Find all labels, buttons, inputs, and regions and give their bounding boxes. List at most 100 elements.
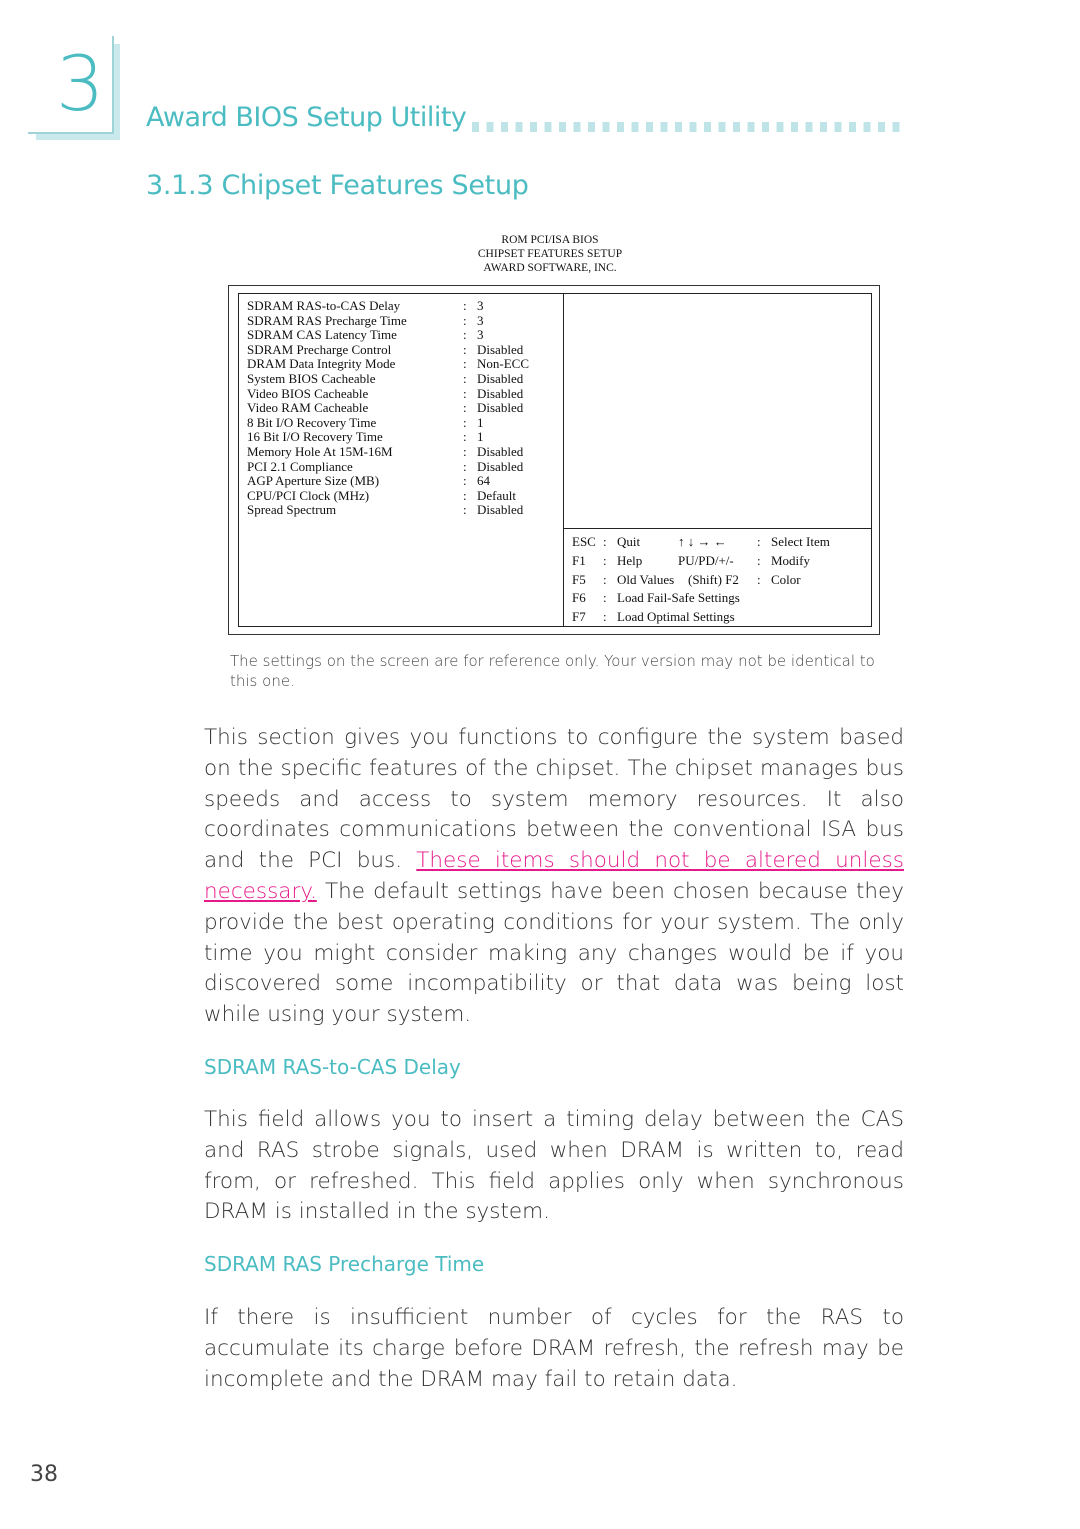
setting-separator: : bbox=[463, 327, 467, 343]
key-name: F5 bbox=[572, 571, 586, 587]
key-separator: : bbox=[603, 590, 607, 606]
bios-setting-row[interactable]: Spread Spectrum: Disabled bbox=[247, 503, 529, 518]
key-action: Modify bbox=[771, 552, 810, 568]
setting-value: Disabled bbox=[477, 370, 524, 386]
key-separator: : bbox=[603, 552, 607, 568]
setting-separator: : bbox=[463, 487, 467, 503]
bios-header-line: CHIPSET FEATURES SETUP bbox=[477, 248, 623, 260]
subsection-heading: SDRAM RAS Precharge Time bbox=[204, 1252, 485, 1276]
key-action: Old Values bbox=[617, 571, 675, 587]
bios-setting-row[interactable]: CPU/PCI Clock (MHz): Default bbox=[247, 487, 529, 504]
key-action: Load Optimal Settings bbox=[617, 609, 735, 625]
bios-settings-list: SDRAM RAS-to-CAS Delay:3 SDRAM RAS Prech… bbox=[247, 298, 529, 518]
setting-label: AGP Aperture Size (MB) bbox=[247, 473, 380, 489]
bios-column-divider bbox=[563, 293, 564, 627]
bios-setting-row[interactable]: AGP Aperture Size (MB):64 bbox=[247, 474, 529, 489]
key-action: Select Item bbox=[771, 534, 830, 549]
setting-separator: : bbox=[463, 400, 467, 416]
setting-label: Spread Spectrum bbox=[247, 502, 337, 518]
setting-separator: : bbox=[463, 385, 467, 401]
setting-separator: : bbox=[463, 341, 467, 357]
key-action: Color bbox=[771, 571, 801, 587]
setting-value: 3 bbox=[477, 298, 484, 313]
setting-label: SDRAM RAS Precharge Time bbox=[247, 312, 407, 328]
chapter-number: 3 bbox=[56, 39, 105, 128]
bios-setting-row[interactable]: SDRAM RAS-to-CAS Delay:3 bbox=[247, 298, 529, 314]
setting-label: SDRAM Precharge Control bbox=[247, 341, 392, 357]
bios-header: ROM PCI/ISA BIOS CHIPSET FEATURES SETUP … bbox=[420, 233, 680, 275]
key-action: Help bbox=[617, 552, 643, 568]
setting-value: 1 bbox=[477, 414, 484, 430]
setting-separator: : bbox=[463, 429, 467, 445]
setting-separator: : bbox=[463, 502, 467, 518]
key-legend-row: F1: Help PU/PD/+/-: Modify bbox=[572, 552, 830, 571]
chapter-title: Award BIOS Setup Utility bbox=[146, 102, 467, 133]
setting-separator: : bbox=[463, 298, 467, 313]
setting-separator: : bbox=[463, 443, 467, 459]
key-separator: : bbox=[603, 534, 607, 549]
setting-label: PCI 2.1 Compliance bbox=[247, 458, 353, 474]
bios-setting-row[interactable]: SDRAM CAS Latency Time:3 bbox=[247, 328, 529, 343]
setting-separator: : bbox=[463, 370, 467, 386]
setting-label: 8 Bit I/O Recovery Time bbox=[247, 414, 377, 430]
setting-label: DRAM Data Integrity Mode bbox=[247, 356, 396, 372]
setting-separator: : bbox=[463, 414, 467, 430]
bios-setting-row[interactable]: DRAM Data Integrity Mode: Non-ECC bbox=[247, 357, 529, 372]
setting-label: System BIOS Cacheable bbox=[247, 370, 376, 386]
key-name: F7 bbox=[572, 609, 586, 625]
setting-label: 16 Bit I/O Recovery Time bbox=[247, 429, 383, 445]
intro-paragraph: This section gives you functions to conf… bbox=[204, 723, 904, 1031]
bios-setting-row[interactable]: 16 Bit I/O Recovery Time:1 bbox=[247, 430, 529, 445]
setting-label: Memory Hole At 15M-16M bbox=[247, 443, 393, 459]
setting-value: Disabled bbox=[477, 443, 524, 459]
bios-setting-row[interactable]: SDRAM Precharge Control: Disabled bbox=[247, 341, 529, 358]
key-name: F1 bbox=[572, 552, 586, 568]
bios-setting-row[interactable]: SDRAM RAS Precharge Time:3 bbox=[247, 312, 529, 329]
page-number: 38 bbox=[30, 1462, 58, 1487]
bios-setting-row[interactable]: System BIOS Cacheable: Disabled bbox=[247, 370, 529, 387]
setting-value: Default bbox=[477, 487, 516, 503]
key-action: Load Fail-Safe Settings bbox=[617, 590, 740, 606]
key-name: F6 bbox=[572, 590, 586, 606]
setting-separator: : bbox=[463, 458, 467, 474]
key-name: PU/PD/+/- bbox=[678, 552, 734, 568]
key-legend-row: ESC: Quit ↑ ↓ → ←: Select Item bbox=[572, 533, 830, 552]
setting-value: Disabled bbox=[477, 400, 524, 416]
bios-setting-row[interactable]: 8 Bit I/O Recovery Time:1 bbox=[247, 414, 529, 431]
bios-setting-row[interactable]: Video RAM Cacheable: Disabled bbox=[247, 401, 529, 416]
setting-label: Video RAM Cacheable bbox=[247, 400, 369, 416]
setting-value: Non-ECC bbox=[477, 356, 529, 372]
setting-label: Video BIOS Cacheable bbox=[247, 385, 369, 401]
subsection-paragraph: This field allows you to insert a timing… bbox=[204, 1107, 904, 1225]
bios-setting-row[interactable]: Memory Hole At 15M-16M: Disabled bbox=[247, 443, 529, 460]
screenshot-caption: The settings on the screen are for refer… bbox=[230, 652, 875, 690]
key-separator: : bbox=[757, 552, 761, 568]
bios-key-legend: ESC: Quit ↑ ↓ → ←: Select Item F1: Help PU/PD… bbox=[572, 533, 830, 627]
bios-header-line: AWARD SOFTWARE, INC. bbox=[483, 262, 617, 274]
setting-label: SDRAM CAS Latency Time bbox=[247, 327, 397, 343]
setting-value: 3 bbox=[477, 327, 484, 343]
key-action: Quit bbox=[617, 534, 641, 549]
setting-value: Disabled bbox=[477, 502, 524, 518]
setting-value: Disabled bbox=[477, 341, 524, 357]
setting-value: Disabled bbox=[477, 385, 524, 401]
key-legend-row: F5: Old Values (Shift) F2: Color bbox=[572, 571, 830, 590]
setting-separator: : bbox=[463, 356, 467, 372]
bios-setting-row[interactable]: PCI 2.1 Compliance: Disabled bbox=[247, 458, 529, 475]
key-legend-row: F7: Load Optimal Settings bbox=[572, 608, 830, 627]
subsection-heading: SDRAM RAS-to-CAS Delay bbox=[204, 1055, 461, 1079]
subsection-paragraph: If there is insufficient number of cycle… bbox=[204, 1305, 904, 1392]
arrow-keys-icon: ↑ ↓ → ← bbox=[678, 534, 727, 549]
setting-separator: : bbox=[463, 312, 467, 328]
key-name: (Shift) F2 bbox=[688, 571, 739, 587]
setting-label: CPU/PCI Clock (MHz) bbox=[247, 487, 370, 503]
setting-value: 1 bbox=[477, 429, 484, 445]
setting-separator: : bbox=[463, 473, 467, 489]
section-title: 3.1.3 Chipset Features Setup bbox=[146, 170, 529, 201]
setting-value: 64 bbox=[477, 473, 490, 489]
bios-setting-row[interactable]: Video BIOS Cacheable: Disabled bbox=[247, 385, 529, 402]
key-separator: : bbox=[603, 609, 607, 625]
setting-label: SDRAM RAS-to-CAS Delay bbox=[247, 298, 401, 313]
setting-value: Disabled bbox=[477, 458, 524, 474]
key-separator: : bbox=[757, 534, 761, 549]
